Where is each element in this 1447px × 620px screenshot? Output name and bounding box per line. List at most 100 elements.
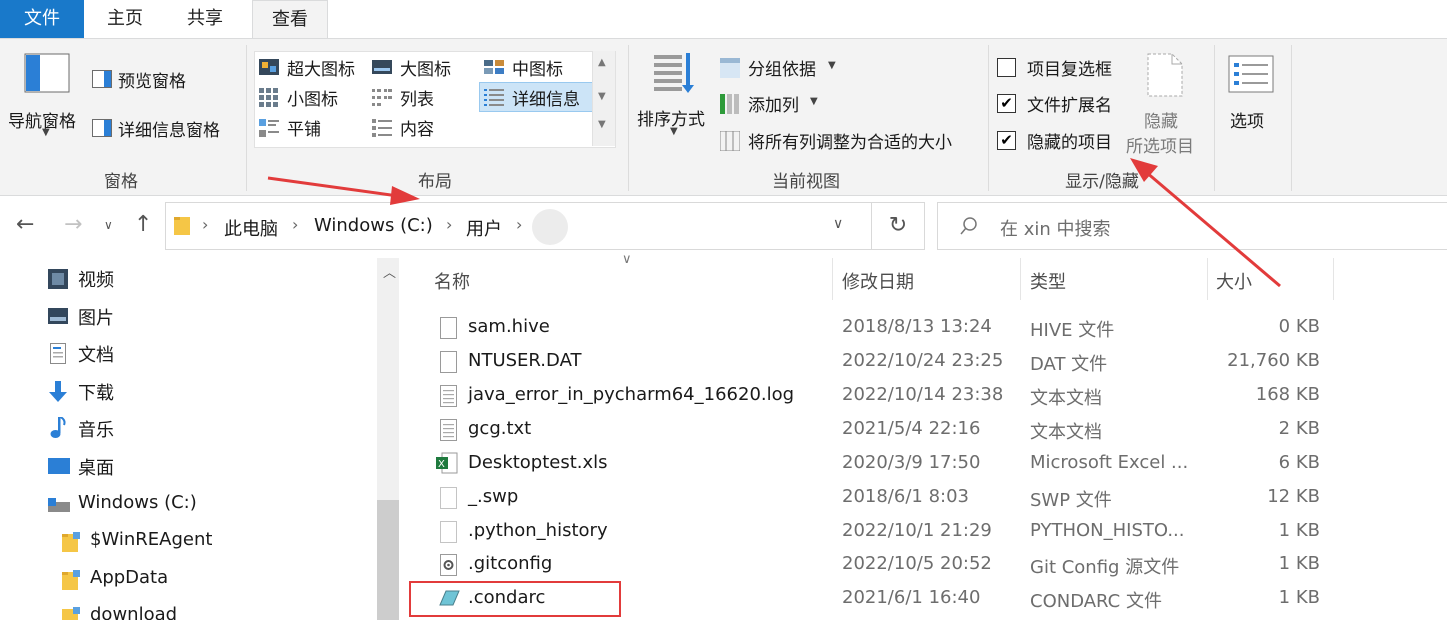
column-divider[interactable] [1207, 258, 1208, 300]
breadcrumb-separator[interactable]: › [292, 215, 298, 234]
hide-selected-button[interactable]: 隐藏 所选项目 [1124, 51, 1208, 157]
table-row[interactable]: NTUSER.DAT 2022/10/24 23:25 DAT 文件 21,76… [430, 348, 1330, 378]
tab-home[interactable]: 主页 [92, 0, 158, 38]
nav-item-winreagent[interactable]: $WinREAgent [62, 529, 372, 555]
tiles-icon [259, 119, 279, 137]
layout-list[interactable]: 列表 [372, 85, 472, 111]
address-bar[interactable]: › 此电脑 › Windows (C:) › 用户 › [165, 202, 873, 250]
ribbon-divider [1291, 45, 1292, 191]
text-file-icon [440, 385, 457, 407]
nav-item-appdata[interactable]: AppData [62, 567, 372, 593]
recent-locations-button[interactable]: ∨ [104, 218, 113, 232]
file-type: PYTHON_HISTO... [1030, 520, 1185, 541]
nav-item-label: AppData [90, 567, 169, 588]
hidden-items-checkbox[interactable]: ✔ [997, 131, 1016, 150]
group-by-button[interactable]: 分组依据 ▼ [720, 55, 850, 81]
file-date: 2021/6/1 16:40 [842, 587, 981, 608]
layout-tiles[interactable]: 平铺 [259, 115, 359, 141]
layout-content[interactable]: 内容 [372, 115, 472, 141]
file-name: .python_history [468, 520, 608, 541]
nav-item-music[interactable]: 音乐 [46, 416, 366, 442]
column-divider[interactable] [1020, 258, 1021, 300]
gallery-more-icon[interactable]: ▼ [598, 119, 606, 130]
back-button[interactable]: ← [16, 212, 34, 237]
nav-item-desktop[interactable]: 桌面 [46, 454, 366, 480]
column-header-date[interactable]: 修改日期 [842, 268, 914, 294]
group-label-layout: 布局 [418, 172, 452, 192]
nav-item-pictures[interactable]: 图片 [46, 304, 366, 330]
table-row[interactable]: _.swp 2018/6/1 8:03 SWP 文件 12 KB [430, 484, 1330, 514]
column-header-name[interactable]: 名称 [434, 268, 470, 294]
forward-button[interactable]: → [64, 212, 82, 237]
column-divider[interactable] [1333, 258, 1334, 300]
tab-view[interactable]: 查看 [252, 0, 328, 39]
tab-file[interactable]: 文件 [0, 0, 84, 38]
layout-medium-icons[interactable]: 中图标 [484, 55, 584, 81]
breadcrumb-users[interactable]: 用户 [466, 215, 502, 241]
table-row[interactable]: sam.hive 2018/8/13 13:24 HIVE 文件 0 KB [430, 314, 1330, 344]
ribbon-divider [988, 45, 989, 191]
table-row[interactable]: X Desktoptest.xls 2020/3/9 17:50 Microso… [430, 450, 1330, 480]
column-divider[interactable] [832, 258, 833, 300]
add-column-button[interactable]: 添加列 ▼ [720, 91, 830, 117]
sort-by-button[interactable]: 排序方式 ▼ [634, 51, 714, 157]
nav-item-documents[interactable]: 文档 [46, 341, 366, 367]
nav-pane-button[interactable]: 导航窗格 ▼ [6, 53, 86, 153]
options-icon [1228, 55, 1274, 93]
address-dropdown-button[interactable]: ∨ [833, 216, 843, 232]
details-pane-button[interactable]: 详细信息窗格 [92, 116, 242, 142]
item-checkboxes-option[interactable]: 项目复选框 [997, 55, 1127, 81]
file-extensions-checkbox[interactable]: ✔ [997, 94, 1016, 113]
breadcrumb-drive-c[interactable]: Windows (C:) [314, 215, 433, 236]
breadcrumb-separator[interactable]: › [516, 215, 522, 234]
up-button[interactable]: ↑ [134, 212, 152, 237]
refresh-button[interactable]: ↻ [871, 202, 925, 250]
chevron-down-icon: ▼ [828, 60, 836, 71]
search-placeholder: 在 xin 中搜索 [1000, 219, 1111, 240]
folder-icon [62, 532, 80, 552]
preview-pane-button[interactable]: 预览窗格 [92, 67, 232, 93]
fit-columns-button[interactable]: 将所有列调整为合适的大小 [720, 128, 980, 154]
breadcrumb-this-pc[interactable]: 此电脑 [224, 215, 278, 241]
tab-share[interactable]: 共享 [172, 0, 238, 38]
layout-gallery-scroll[interactable]: ▲ ▼ ▼ [592, 51, 615, 146]
column-header-size[interactable]: 大小 [1216, 268, 1252, 294]
file-extensions-option[interactable]: ✔ 文件扩展名 [997, 91, 1127, 117]
table-row[interactable]: .gitconfig 2022/10/5 20:52 Git Config 源文… [430, 551, 1330, 581]
table-row[interactable]: gcg.txt 2021/5/4 22:16 文本文档 2 KB [430, 416, 1330, 446]
scroll-down-icon[interactable]: ▼ [598, 91, 606, 102]
nav-pane-scroll-thumb[interactable] [377, 500, 399, 620]
item-checkboxes-checkbox[interactable] [997, 58, 1016, 77]
fit-columns-label: 将所有列调整为合适的大小 [748, 133, 952, 153]
layout-small-label: 小图标 [287, 90, 338, 110]
documents-icon [50, 343, 66, 364]
scroll-up-icon[interactable]: ︿ [383, 262, 396, 281]
nav-item-download[interactable]: download [62, 604, 372, 620]
layout-small-icons[interactable]: 小图标 [259, 85, 359, 111]
options-button[interactable]: 选项 [1222, 53, 1282, 133]
layout-details[interactable]: 详细信息 [484, 85, 588, 111]
nav-item-downloads[interactable]: 下载 [46, 379, 366, 405]
nav-item-drive-c[interactable]: Windows (C:) [46, 492, 376, 518]
ribbon-divider [628, 45, 629, 191]
table-row[interactable]: .python_history 2022/10/1 21:29 PYTHON_H… [430, 518, 1330, 548]
layout-extra-large-icons[interactable]: 超大图标 [259, 55, 369, 81]
hidden-items-option[interactable]: ✔ 隐藏的项目 [997, 128, 1127, 154]
scroll-up-icon[interactable]: ▲ [598, 57, 606, 68]
table-row[interactable]: java_error_in_pycharm64_16620.log 2022/1… [430, 382, 1330, 412]
breadcrumb-separator[interactable]: › [446, 215, 452, 234]
nav-item-videos[interactable]: 视频 [46, 266, 366, 292]
layout-large-icons[interactable]: 大图标 [372, 55, 472, 81]
column-header-type[interactable]: 类型 [1030, 268, 1066, 294]
search-box[interactable]: 在 xin 中搜索 [937, 202, 1447, 250]
fit-columns-icon [720, 131, 740, 151]
folder-icon [62, 570, 80, 590]
breadcrumb-separator[interactable]: › [202, 215, 208, 234]
group-label-current-view: 当前视图 [772, 172, 840, 192]
download-arrow-icon [49, 381, 67, 402]
chevron-down-icon: ▼ [810, 96, 818, 107]
pictures-icon [48, 308, 68, 324]
file-type: CONDARC 文件 [1030, 591, 1162, 612]
file-icon [440, 351, 457, 373]
layout-medium-label: 中图标 [512, 60, 563, 80]
